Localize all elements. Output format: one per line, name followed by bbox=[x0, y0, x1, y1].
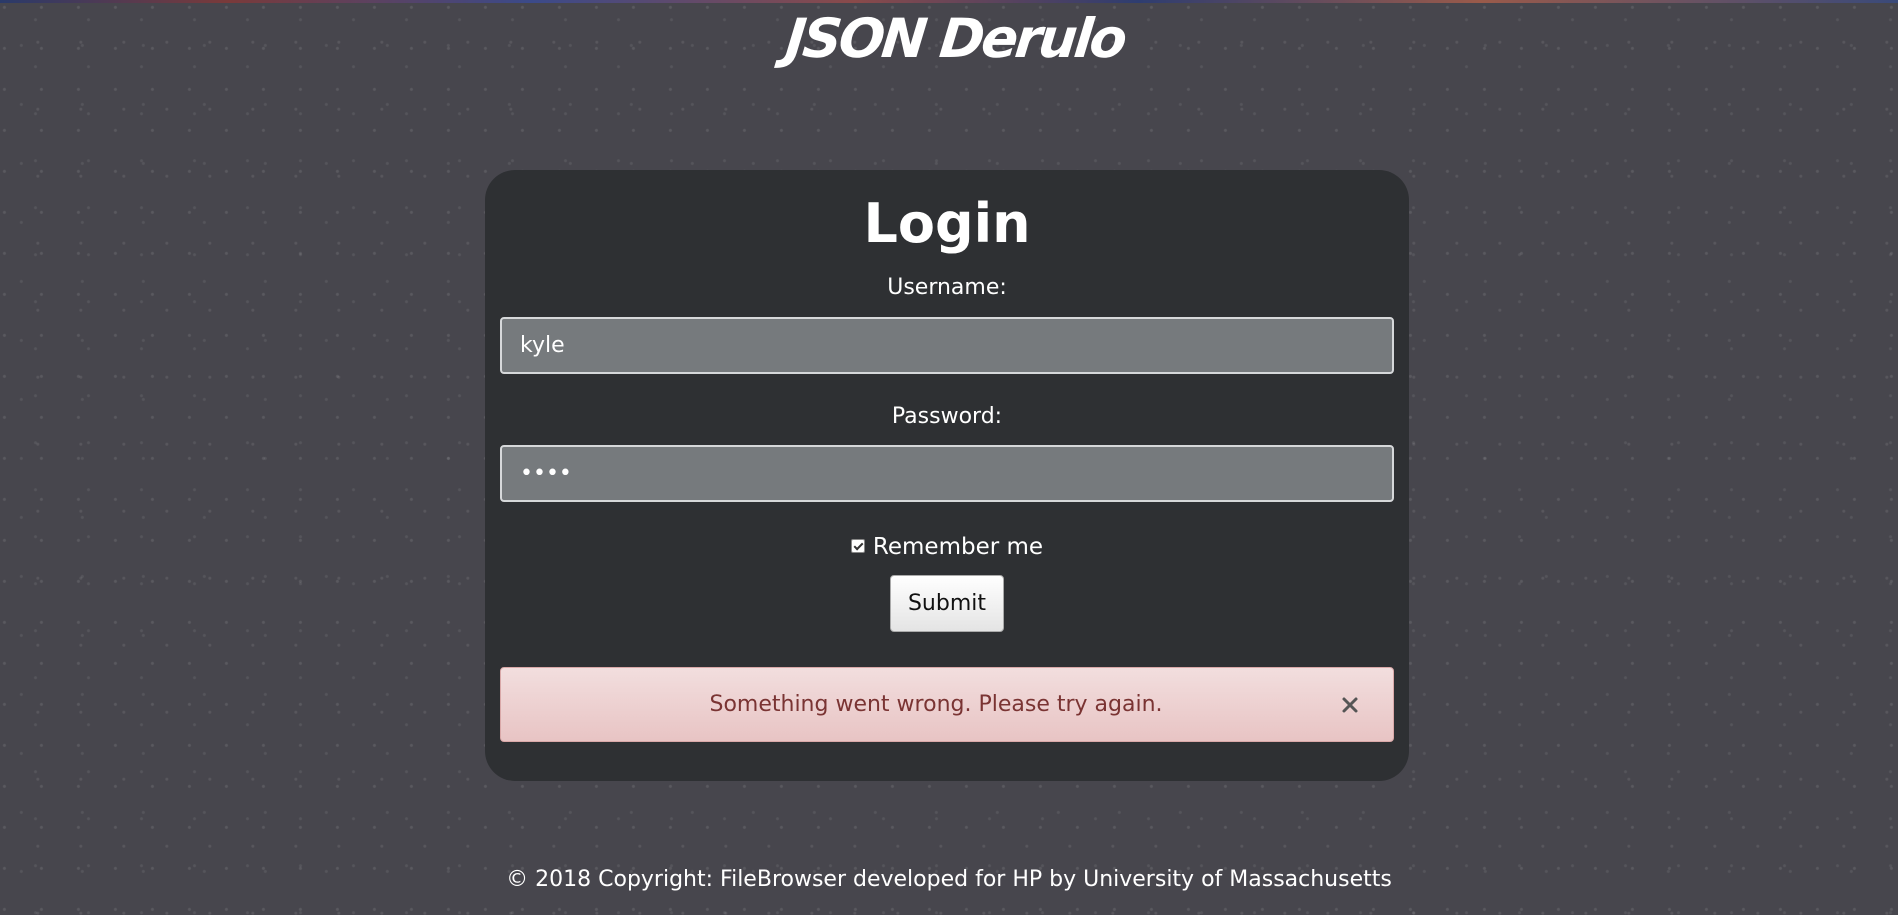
alert-message: Something went wrong. Please try again. bbox=[709, 692, 1163, 717]
password-input[interactable] bbox=[500, 445, 1394, 502]
submit-button[interactable]: Submit bbox=[890, 575, 1004, 632]
password-label: Password: bbox=[891, 404, 1003, 429]
remember-me-row: Remember me bbox=[485, 532, 1409, 562]
error-alert: Something went wrong. Please try again. bbox=[500, 667, 1394, 742]
page-title: Login bbox=[863, 192, 1031, 255]
close-icon[interactable] bbox=[1337, 692, 1363, 718]
top-banner-strip bbox=[0, 0, 1898, 3]
remember-me-checkbox[interactable] bbox=[850, 539, 865, 553]
username-label: Username: bbox=[887, 275, 1007, 300]
brand-logo-title: JSON Derulo bbox=[782, 7, 1128, 70]
remember-me-label[interactable]: Remember me bbox=[873, 532, 1043, 562]
username-input[interactable] bbox=[500, 317, 1394, 374]
login-card: Login Username: Password: Remember me Su… bbox=[485, 170, 1409, 781]
footer-copyright: © 2018 Copyright: FileBrowser developed … bbox=[506, 867, 1392, 892]
